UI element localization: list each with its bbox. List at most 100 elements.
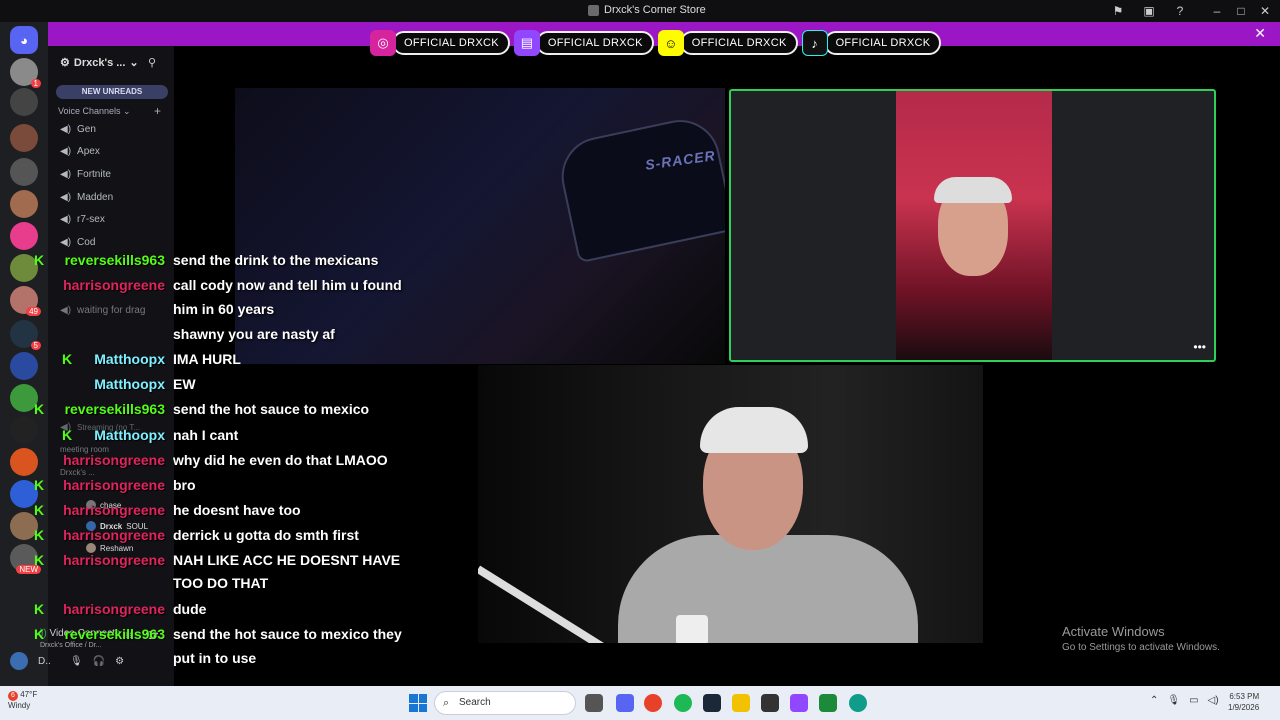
kick-badge-icon: K	[34, 527, 45, 543]
screen: { "window": { "title": "Drxck's Corner S…	[0, 0, 1280, 720]
new-unreads-pill[interactable]: NEW UNREADS	[56, 85, 168, 99]
chat-text: dude	[173, 601, 207, 617]
caller-cap	[934, 177, 1012, 203]
chat-message: shawny you are nasty af	[0, 326, 480, 350]
close-icon[interactable]: ✕	[1254, 25, 1266, 42]
activate-windows-watermark: Activate Windows Go to Settings to activ…	[1062, 624, 1220, 653]
chevron-up-icon[interactable]: ⌃	[1150, 695, 1158, 706]
chat-username[interactable]: harrisongreene	[63, 502, 165, 518]
chrome-icon[interactable]	[644, 694, 662, 712]
minimize-icon[interactable]: –	[1210, 4, 1224, 18]
chat-username[interactable]: Matthoopx	[94, 376, 165, 392]
streamer-webcam	[478, 365, 983, 643]
chat-text: IMA HURL	[173, 351, 241, 367]
chat-message: TOO DO THAT	[0, 575, 480, 599]
feedback-flag-icon[interactable]: ⚑	[1111, 4, 1125, 18]
channel-cod[interactable]: ◀) Cod	[60, 237, 95, 248]
chat-username[interactable]: harrisongreene	[63, 452, 165, 468]
task-view-icon[interactable]	[585, 694, 603, 712]
chat-text: put in to use	[173, 650, 257, 666]
twitch-taskbar-icon[interactable]	[790, 694, 808, 712]
chat-text: him in 60 years	[173, 301, 275, 317]
chat-username[interactable]: harrisongreene	[63, 552, 165, 568]
channel-gen[interactable]: ◀) Gen	[60, 124, 96, 135]
kick-badge-icon: K	[34, 626, 45, 642]
chat-username[interactable]: harrisongreene	[63, 527, 165, 543]
kick-badge-icon: K	[34, 401, 45, 417]
chat-username[interactable]: reversekills963	[65, 401, 165, 417]
channel-apex[interactable]: ◀) Apex	[60, 146, 100, 157]
kick-badge-icon: K	[34, 552, 45, 568]
spotify-icon[interactable]	[674, 694, 692, 712]
chat-message: reversekills963 Ksend the hot sauce to me…	[0, 401, 480, 425]
chat-message: harrisongreene Kdude	[0, 601, 480, 625]
screen-share-icon[interactable]: ▣	[1142, 4, 1156, 18]
steam-icon[interactable]	[703, 694, 721, 712]
server-icon[interactable]	[10, 158, 38, 186]
chat-username[interactable]: harrisongreene	[63, 277, 165, 293]
window-title-text: Drxck's Corner Store	[604, 4, 706, 16]
server-icon[interactable]: 1	[10, 58, 41, 88]
social-twitch: ▤ OFFICIAL DRXCK	[513, 28, 654, 58]
kick-badge-icon: K	[34, 252, 45, 268]
server-name[interactable]: ⚙ Drxck's ... ⌄	[60, 56, 139, 70]
clock[interactable]: 6:53 PM 1/9/2026	[1228, 691, 1259, 713]
chat-text: why did he even do that LMAOO	[173, 452, 388, 468]
taskbar-search[interactable]: ⌕ Search	[434, 691, 576, 715]
display-icon[interactable]: ▭	[1189, 695, 1198, 706]
chat-text: send the hot sauce to mexico	[173, 401, 370, 417]
chat-username[interactable]: harrisongreene	[63, 477, 165, 493]
window-close-icon[interactable]: ✕	[1258, 4, 1272, 18]
chat-username[interactable]: reversekills963	[65, 252, 165, 268]
chat-text: shawny you are nasty af	[173, 326, 335, 342]
facetime-video-tile[interactable]: •••	[729, 89, 1216, 362]
file-explorer-icon[interactable]	[732, 694, 750, 712]
start-button[interactable]	[409, 694, 427, 712]
chat-message: harrisongreene Kbro	[0, 477, 480, 501]
channel-fortnite[interactable]: ◀) Fortnite	[60, 169, 111, 180]
add-friend-icon[interactable]: ⚲	[148, 56, 156, 69]
social-tiktok: ♪ OFFICIAL DRXCK	[801, 28, 942, 58]
social-snapchat: ☺ OFFICIAL DRXCK	[657, 28, 798, 58]
maximize-icon[interactable]: □	[1234, 4, 1248, 18]
add-channel-icon[interactable]: +	[154, 104, 161, 118]
server-icon[interactable]	[10, 124, 38, 152]
help-icon[interactable]: ?	[1173, 4, 1187, 18]
kick-badge-icon: K	[34, 502, 45, 518]
mic-tray-icon[interactable]: 🎙	[1167, 695, 1180, 706]
chat-text: EW	[173, 376, 196, 392]
server-icon[interactable]	[10, 222, 38, 250]
twitch-icon: ▤	[513, 30, 540, 56]
chat-username[interactable]: Matthoopx	[94, 351, 165, 367]
mic-arm	[478, 565, 616, 643]
weather-widget[interactable]: 6 47°F Windy	[8, 690, 37, 711]
app-icon[interactable]	[761, 694, 779, 712]
edge-icon[interactable]	[849, 694, 867, 712]
speaker-icon: ◀)	[60, 124, 72, 135]
server-icon[interactable]	[10, 88, 38, 116]
search-icon: ⌕	[443, 697, 450, 709]
chat-message: reversekills963 Ksend the hot sauce to me…	[0, 626, 480, 650]
caller-video	[896, 91, 1052, 360]
voice-channels-header[interactable]: Voice Channels ⌄	[58, 106, 131, 117]
chat-text: call cody now and tell him u found	[173, 277, 402, 293]
kick-badge-icon: K	[62, 427, 73, 443]
channel-r7-sex[interactable]: ◀) r7-sex	[60, 214, 105, 225]
chat-username[interactable]: harrisongreene	[63, 601, 165, 617]
speaker-icon: ◀)	[60, 237, 72, 248]
channel-madden[interactable]: ◀) Madden	[60, 192, 113, 203]
chat-username[interactable]: Matthoopx	[94, 427, 165, 443]
speaker-icon: ◀)	[60, 146, 72, 157]
app-icon[interactable]	[819, 694, 837, 712]
chat-message: harrisongreene Khe doesnt have too	[0, 502, 480, 526]
chat-username[interactable]: reversekills963	[65, 626, 165, 642]
chat-text: NAH LIKE ACC HE DOESNT HAVE	[173, 552, 401, 568]
speaker-icon: ◀)	[60, 214, 72, 225]
more-options-icon[interactable]: •••	[1193, 340, 1206, 354]
chat-message: Matthoopx Knah I cant	[0, 427, 480, 451]
server-icon[interactable]	[10, 190, 38, 218]
discord-home-icon[interactable]: ◕	[10, 26, 38, 54]
social-links: ◎ OFFICIAL DRXCK ▤ OFFICIAL DRXCK ☺ OFFI…	[370, 28, 942, 58]
discord-taskbar-icon[interactable]	[616, 694, 634, 712]
volume-icon[interactable]: ◁)	[1208, 695, 1219, 706]
